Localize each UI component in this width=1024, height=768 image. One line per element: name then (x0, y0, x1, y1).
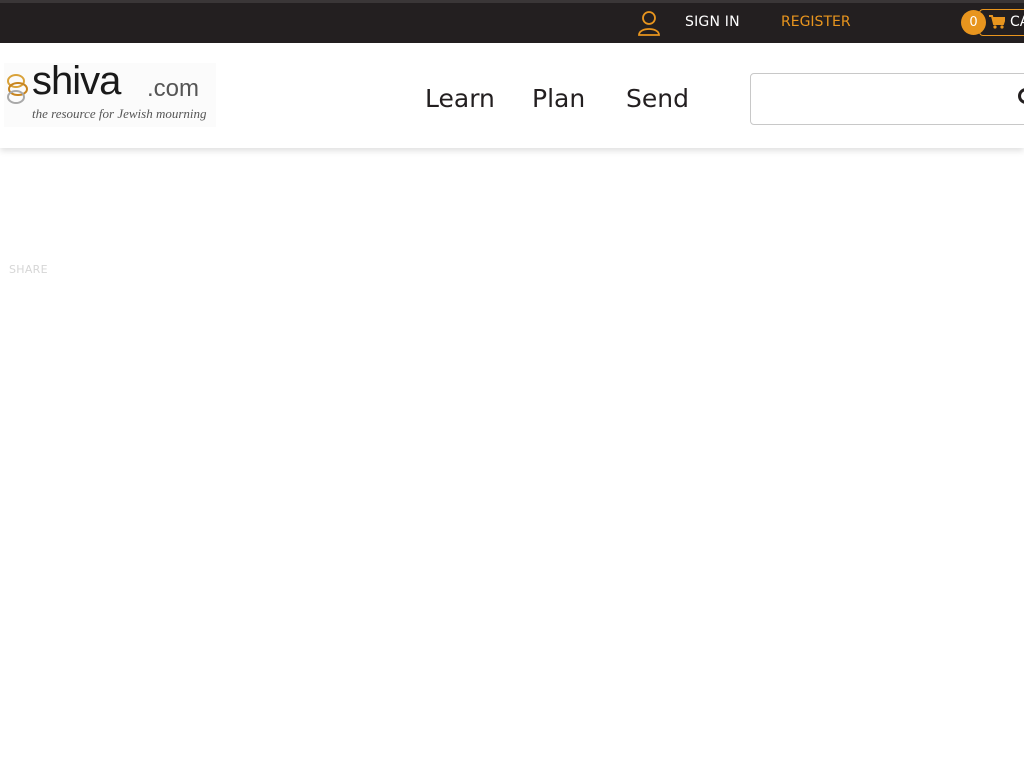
site-logo[interactable]: shiva .com the resource for Jewish mourn… (4, 59, 216, 127)
share-label[interactable]: SHARE (9, 263, 48, 276)
search-icon[interactable] (1017, 87, 1024, 109)
sign-in-link[interactable]: SIGN IN (685, 14, 740, 30)
search-box (750, 73, 1024, 125)
nav-send[interactable]: Send (626, 84, 689, 113)
register-link[interactable]: REGISTER (781, 14, 851, 30)
rings-logo-icon (7, 74, 28, 104)
shopping-cart-icon (989, 15, 1005, 29)
logo-brand: shiva (32, 59, 121, 103)
user-icon[interactable] (637, 10, 661, 36)
search-input[interactable] (759, 82, 1013, 118)
site-header: shiva .com the resource for Jewish mourn… (0, 43, 1024, 148)
top-bar: SIGN IN REGISTER 0 CART (0, 0, 1024, 43)
logo-tagline: the resource for Jewish mourning (32, 106, 207, 121)
cart-label: CART (1010, 14, 1024, 30)
nav-learn[interactable]: Learn (425, 84, 495, 113)
cart-count-badge: 0 (961, 10, 986, 35)
logo-domain: .com (147, 75, 200, 102)
nav-plan[interactable]: Plan (532, 84, 585, 113)
